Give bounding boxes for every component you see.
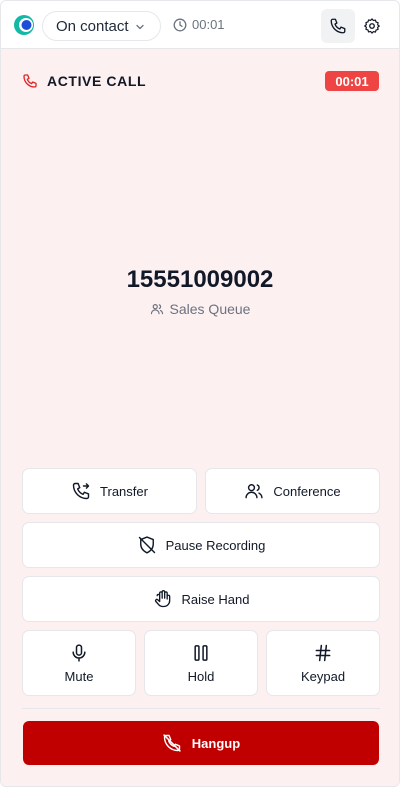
chevron-down-icon — [136, 24, 144, 30]
call-duration-badge: 00:01 — [325, 71, 379, 91]
app-logo-icon — [14, 15, 34, 35]
conference-label: Conference — [273, 483, 341, 499]
active-call-label: ACTIVE CALL — [47, 73, 147, 89]
status-timer-value: 00:01 — [192, 17, 225, 32]
hangup-button[interactable]: Hangup — [23, 721, 379, 765]
raise-hand-label: Raise Hand — [181, 591, 250, 607]
conference-button[interactable]: Conference — [205, 468, 380, 514]
agent-status-select[interactable]: On contact — [42, 11, 161, 41]
phone-off-icon — [163, 734, 181, 752]
phone-icon — [330, 18, 346, 34]
keypad-button[interactable]: Keypad — [266, 630, 380, 696]
status-timer: 00:01 — [173, 17, 225, 32]
top-bar: On contact 00:01 — [1, 1, 399, 49]
phone-icon — [23, 74, 37, 88]
users-icon — [150, 304, 163, 315]
divider — [22, 708, 380, 709]
users-icon — [245, 484, 264, 499]
phone-forward-icon — [72, 482, 90, 500]
clock-icon — [173, 18, 187, 31]
phone-button[interactable] — [321, 9, 355, 43]
hangup-label: Hangup — [191, 735, 241, 751]
microphone-icon — [72, 643, 86, 662]
mute-label: Mute — [64, 668, 94, 684]
caller-number: 15551009002 — [126, 266, 274, 293]
keypad-label: Keypad — [300, 668, 346, 684]
agent-status-label: On contact — [56, 17, 129, 35]
queue-name: Sales Queue — [169, 301, 251, 317]
pause-recording-label: Pause Recording — [165, 537, 266, 553]
queue-info: Sales Queue — [1, 301, 399, 317]
raise-hand-button[interactable]: Raise Hand — [22, 576, 380, 622]
hash-icon — [315, 644, 331, 661]
mute-button[interactable]: Mute — [22, 630, 136, 696]
transfer-label: Transfer — [100, 483, 148, 499]
softphone-window: On contact 00:01 ACTIVE CALL 00:01 15551… — [0, 0, 400, 787]
active-call-panel: ACTIVE CALL 00:01 15551009002 Sales Queu… — [1, 49, 399, 786]
active-call-header: ACTIVE CALL — [22, 73, 146, 89]
hand-icon — [154, 590, 170, 608]
pause-recording-button[interactable]: Pause Recording — [22, 522, 380, 568]
hold-button[interactable]: Hold — [144, 630, 258, 696]
gear-icon — [364, 18, 380, 34]
hold-label: Hold — [187, 668, 215, 684]
pause-icon — [194, 644, 208, 661]
settings-button[interactable] — [361, 15, 383, 37]
transfer-button[interactable]: Transfer — [22, 468, 197, 514]
shield-off-icon — [138, 536, 155, 554]
